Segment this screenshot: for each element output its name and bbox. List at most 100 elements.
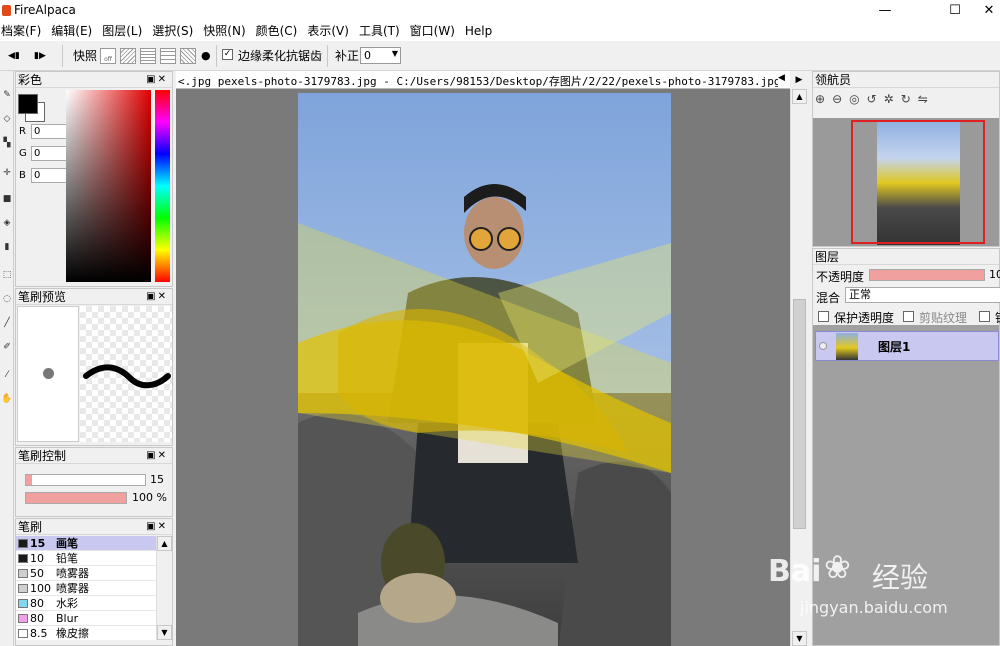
g-label: G — [19, 148, 27, 159]
layer-visibility-icon[interactable] — [819, 342, 827, 350]
scroll-thumb[interactable] — [793, 299, 806, 529]
brush-list-item[interactable]: 80 水彩 — [16, 596, 156, 611]
clipping-checkbox[interactable] — [903, 311, 914, 322]
reset-rotation-icon[interactable]: ✲ — [884, 92, 901, 106]
navigator-preview[interactable] — [813, 118, 999, 246]
lock-checkbox[interactable] — [979, 311, 990, 322]
zoom-in-icon[interactable]: ⊕ — [815, 92, 832, 106]
close-button[interactable]: ✕ — [978, 0, 1000, 22]
brush-list-item[interactable]: 80 Blur — [16, 611, 156, 626]
brush-opacity-slider[interactable] — [25, 492, 127, 504]
watermark-url: jingyan.baidu.com — [800, 598, 948, 617]
flip-icon[interactable]: ⇋ — [918, 92, 935, 106]
menu-color[interactable]: 颜色(C) — [251, 22, 303, 41]
fill-tool-icon[interactable]: ■ — [1, 193, 13, 205]
select-tool-icon[interactable]: ⬚ — [1, 269, 13, 281]
move-tool-icon[interactable]: ✛ — [1, 167, 13, 179]
photo-canvas[interactable] — [298, 93, 671, 646]
brush-name: 水彩 — [56, 597, 78, 610]
snapshot-horizontal-icon[interactable] — [160, 48, 176, 64]
tab-prev-icon[interactable]: ◀ — [778, 73, 785, 83]
gradient-tool-icon[interactable]: ▮ — [1, 241, 13, 253]
brush-size: 100 — [30, 582, 51, 595]
brush-size-fill — [26, 475, 32, 485]
wand-tool-icon[interactable]: ╱ — [1, 317, 13, 329]
layer-opacity-value: 10 — [989, 268, 1000, 281]
scroll-up-icon[interactable]: ▲ — [157, 536, 172, 551]
snapshot-perspective-icon[interactable] — [180, 48, 196, 64]
snapshot-diagonal-icon[interactable] — [120, 48, 136, 64]
scroll-down-icon[interactable]: ▼ — [157, 625, 172, 640]
maximize-button[interactable]: ☐ — [932, 0, 978, 22]
brush-list-item[interactable]: 100 喷雾器 — [16, 581, 156, 596]
menu-window[interactable]: 窗口(W) — [405, 22, 460, 41]
panel-float-close-icon[interactable]: ▣✕ — [146, 519, 168, 535]
zoom-fit-icon[interactable]: ◎ — [849, 92, 866, 106]
layer-thumbnail — [836, 333, 858, 360]
menu-file[interactable]: 档案(F) — [0, 22, 46, 41]
panel-float-close-icon[interactable]: ▣✕ — [146, 72, 168, 88]
navigator-viewport-frame[interactable] — [851, 120, 985, 244]
menu-help[interactable]: Help — [460, 22, 497, 41]
scroll-down-icon[interactable]: ▼ — [792, 631, 807, 646]
correction-select[interactable]: 0 ▼ — [360, 47, 401, 64]
pen-tool-icon[interactable]: ✎ — [1, 89, 13, 101]
eraser-tool-icon[interactable]: ◇ — [1, 113, 13, 125]
blend-label: 混合 — [816, 291, 841, 305]
menu-edit[interactable]: 编辑(E) — [46, 22, 97, 41]
clipping-label: 剪贴纹理 — [919, 311, 968, 325]
hand-tool-icon[interactable]: ✋ — [1, 393, 13, 405]
brush-color-swatch — [18, 569, 28, 578]
brush-list-item[interactable]: 10 铅笔 — [16, 551, 156, 566]
primary-color-swatch[interactable] — [18, 94, 38, 114]
panel-float-close-icon[interactable]: ▣✕ — [146, 448, 168, 464]
rotate-right-icon[interactable]: ↻ — [901, 92, 918, 106]
minimize-button[interactable]: — — [862, 0, 908, 22]
menu-tools[interactable]: 工具(T) — [354, 22, 405, 41]
antialias-checkbox[interactable]: ✓ — [222, 49, 233, 60]
brush-name: 铅笔 — [56, 552, 78, 565]
zoom-out-icon[interactable]: ⊖ — [832, 92, 849, 106]
brush-size: 50 — [30, 567, 44, 580]
menu-select[interactable]: 選択(S) — [147, 22, 198, 41]
menu-view[interactable]: 表示(V) — [302, 22, 354, 41]
scroll-up-icon[interactable]: ▲ — [792, 89, 807, 104]
dots-tool-icon[interactable]: ▚ — [1, 137, 13, 149]
brush-list-item[interactable]: 8.5 橡皮擦 — [16, 626, 156, 640]
protect-alpha-checkbox[interactable] — [818, 311, 829, 322]
eyedropper-icon[interactable]: ⁄ — [1, 369, 13, 381]
snapshot-dot-icon[interactable]: ● — [201, 48, 211, 64]
bucket-tool-icon[interactable]: ◈ — [1, 217, 13, 229]
brush-size: 8.5 — [30, 627, 48, 640]
redo-icon[interactable]: ▮▶ — [34, 48, 46, 64]
hue-slider[interactable] — [155, 90, 170, 282]
navigator-panel: 领航员 ⊕⊖◎↺✲↻⇋ — [812, 71, 1000, 247]
tab-next-icon[interactable]: ▶ — [790, 71, 808, 89]
document-tab[interactable]: <.jpg pexels-photo-3179783.jpg - C:/User… — [178, 73, 778, 89]
snapshot-grid-icon[interactable] — [140, 48, 156, 64]
menu-layer[interactable]: 图层(L) — [97, 22, 147, 41]
saturation-value-picker[interactable] — [66, 90, 151, 282]
brush-list-scrollbar[interactable]: ▲ ▼ — [156, 536, 172, 640]
undo-icon[interactable]: ◀▮ — [8, 48, 20, 64]
brush-preview-panel: 笔刷预览 ▣✕ — [15, 288, 173, 446]
layer-opacity-slider[interactable] — [869, 269, 985, 281]
lasso-tool-icon[interactable]: ◌ — [1, 293, 13, 305]
r-label: R — [19, 126, 26, 137]
brush-list-item[interactable]: 15 画笔 — [16, 536, 156, 551]
rotate-left-icon[interactable]: ↺ — [867, 92, 884, 106]
navigator-title: 领航员 — [815, 73, 852, 87]
canvas-area[interactable] — [176, 89, 790, 646]
brush-list-item[interactable]: 50 喷雾器 — [16, 566, 156, 581]
select-pen-icon[interactable]: ✐ — [1, 341, 13, 353]
navigator-toolbar: ⊕⊖◎↺✲↻⇋ — [815, 92, 999, 116]
layer-row[interactable]: 图层1 — [815, 331, 999, 361]
snapshot-off-icon[interactable]: off — [100, 48, 116, 64]
brush-color-swatch — [18, 599, 28, 608]
app-icon — [2, 5, 11, 16]
panel-float-close-icon[interactable]: ▣✕ — [146, 289, 168, 305]
brush-size-slider[interactable] — [25, 474, 146, 486]
blend-mode-select[interactable]: 正常 — [845, 287, 1000, 303]
brush-name: 画笔 — [56, 537, 78, 550]
menu-snapshot[interactable]: 快照(N) — [198, 22, 250, 41]
